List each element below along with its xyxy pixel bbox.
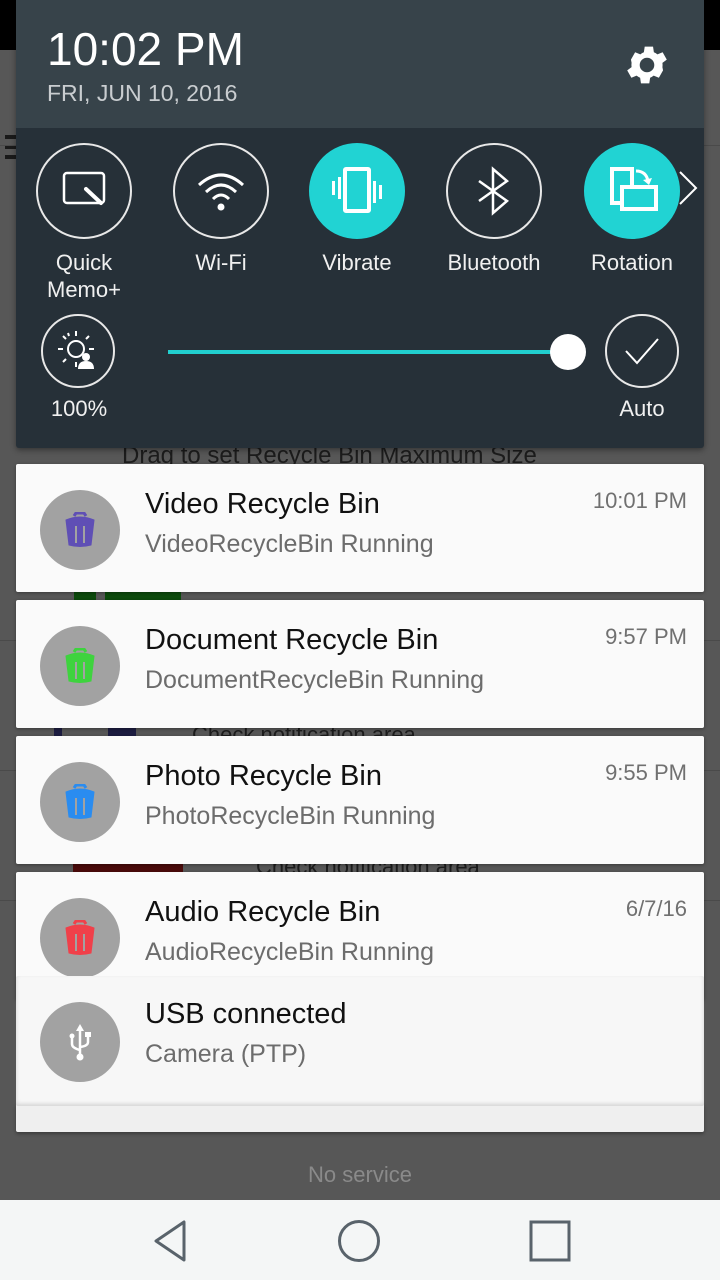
tile-vibrate[interactable]: Vibrate (292, 143, 422, 276)
slider-thumb[interactable] (550, 334, 586, 370)
back-button[interactable] (145, 1218, 195, 1264)
trash-icon (65, 784, 95, 819)
tile-circle (584, 143, 680, 239)
quick-settings-panel: 10:02 PM FRI, JUN 10, 2016 Quick Memo+ W… (16, 0, 704, 448)
back-icon (154, 1220, 186, 1262)
wifi-icon (197, 173, 245, 211)
notification-time: 9:57 PM (605, 624, 687, 649)
app-icon (40, 626, 120, 706)
auto-label: Auto (619, 396, 665, 421)
tile-label: Wi-Fi (195, 250, 247, 275)
app-icon (40, 1002, 120, 1082)
notification-title: Photo Recycle Bin (145, 760, 382, 792)
notification-title: Document Recycle Bin (145, 624, 439, 656)
notification-title: USB connected (145, 998, 347, 1030)
clock[interactable]: 10:02 PM (47, 22, 244, 76)
notification-text: DocumentRecycleBin Running (145, 666, 485, 694)
tile-circle (446, 143, 542, 239)
tile-label: Bluetooth (447, 250, 541, 275)
tile-circle (173, 143, 269, 239)
notification-document-recycle-bin[interactable]: Document Recycle Bin DocumentRecycleBin … (16, 600, 704, 728)
gear-icon (627, 46, 667, 84)
tile-label: Quick Memo+ (47, 250, 121, 302)
notification-title: Video Recycle Bin (145, 488, 380, 520)
brightness-row: 100% Auto (16, 314, 704, 434)
notification-text: Camera (PTP) (145, 1040, 307, 1068)
trash-icon (65, 648, 95, 683)
tile-circle (309, 143, 405, 239)
brightness-slider[interactable] (168, 334, 586, 370)
chevron-right-icon (679, 171, 698, 205)
collapsed-notification-stack[interactable] (16, 1104, 704, 1132)
tile-bluetooth[interactable]: Bluetooth (429, 143, 559, 276)
shade-header: 10:02 PM FRI, JUN 10, 2016 (16, 0, 704, 128)
notification-time: 10:01 PM (592, 488, 687, 513)
auto-brightness-toggle[interactable] (605, 314, 679, 388)
recents-button[interactable] (525, 1218, 575, 1264)
rotation-icon (610, 167, 658, 211)
brightness-button[interactable] (41, 314, 115, 388)
notification-usb-connected[interactable]: USB connected Camera (PTP) (16, 976, 704, 1106)
notification-title: Audio Recycle Bin (145, 896, 381, 928)
trash-icon (65, 920, 95, 955)
app-icon (40, 898, 120, 978)
home-button[interactable] (334, 1218, 384, 1264)
navigation-bar (0, 1200, 720, 1280)
notification-video-recycle-bin[interactable]: Video Recycle Bin VideoRecycleBin Runnin… (16, 464, 704, 592)
tile-label: Vibrate (322, 250, 392, 275)
notification-time: 6/7/16 (625, 896, 687, 921)
checkmark-icon (625, 338, 659, 365)
notification-text: AudioRecycleBin Running (145, 938, 435, 966)
quick-settings-row: Quick Memo+ Wi-Fi Vibrate Bluetooth Rota… (16, 143, 704, 313)
date[interactable]: FRI, JUN 10, 2016 (47, 80, 237, 107)
notification-text: VideoRecycleBin Running (145, 530, 434, 558)
notification-text: PhotoRecycleBin Running (145, 802, 436, 830)
more-tiles-button[interactable] (676, 168, 702, 208)
trash-icon (65, 512, 95, 547)
tile-rotation[interactable]: Rotation (567, 143, 697, 276)
carrier-status: No service (308, 1162, 412, 1187)
bluetooth-icon (478, 166, 510, 216)
app-icon (40, 762, 120, 842)
quick-memo-icon (62, 171, 106, 205)
notification-time: 9:55 PM (605, 760, 687, 785)
slider-track (168, 350, 568, 354)
app-icon (40, 490, 120, 570)
vibrate-icon (332, 167, 382, 213)
home-icon (338, 1220, 380, 1262)
notification-photo-recycle-bin[interactable]: Photo Recycle Bin PhotoRecycleBin Runnin… (16, 736, 704, 864)
tile-wifi[interactable]: Wi-Fi (156, 143, 286, 276)
brightness-percent: 100% (50, 396, 108, 421)
tile-label: Rotation (591, 250, 673, 275)
settings-button[interactable] (622, 40, 672, 90)
recents-icon (529, 1220, 571, 1262)
usb-icon (69, 1024, 91, 1061)
tile-quick-memo[interactable]: Quick Memo+ (19, 143, 149, 303)
brightness-icon (58, 331, 94, 369)
tile-circle (36, 143, 132, 239)
